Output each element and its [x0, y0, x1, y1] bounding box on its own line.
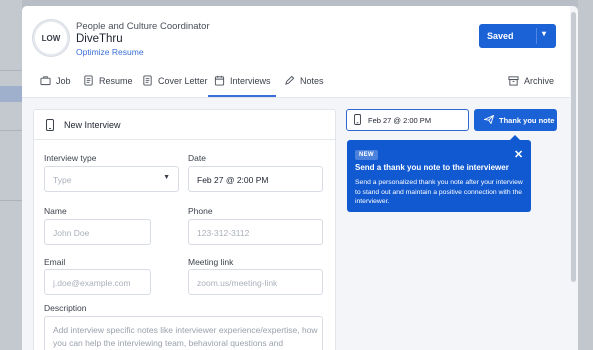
modal-header: LOW People and Culture Coordinator DiveT…	[22, 6, 570, 98]
background-sidebar-selected	[0, 86, 22, 102]
meeting-link-placeholder: zoom.us/meeting-link	[197, 278, 278, 288]
optimize-resume-link[interactable]: Optimize Resume	[76, 47, 144, 57]
tab-label: Interviews	[230, 75, 271, 86]
phone-icon	[46, 119, 54, 131]
job-title: People and Culture Coordinator	[76, 21, 210, 32]
background-right-panel	[578, 0, 593, 350]
interview-date-selector[interactable]: Feb 27 @ 2:00 PM	[346, 109, 469, 131]
meeting-link-input[interactable]: zoom.us/meeting-link	[188, 269, 323, 295]
card-title: New Interview	[64, 120, 121, 130]
email-input[interactable]: j.doe@example.com	[44, 269, 151, 295]
background-divider	[0, 70, 22, 71]
phone-icon	[354, 114, 361, 125]
archive-icon	[508, 76, 519, 86]
tab-label: Archive	[524, 75, 555, 86]
send-icon	[484, 115, 494, 124]
pencil-icon	[285, 75, 295, 85]
thank-you-note-label: Thank you note	[499, 116, 555, 125]
date-label: Date	[188, 153, 206, 163]
new-interview-card: New Interview Interview type Type ▼ Date…	[33, 109, 336, 350]
description-placeholder: Add interview specific notes like interv…	[53, 325, 318, 348]
match-level-avatar: LOW	[33, 20, 69, 56]
status-dropdown-button[interactable]: Saved ▾	[479, 24, 556, 48]
tab-bar: Job Resume Cover Letter Interviews Notes…	[22, 68, 570, 98]
tab-label: Job	[56, 75, 71, 86]
tab-label: Notes	[300, 75, 324, 86]
tooltip-body: Send a personalized thank you note after…	[355, 179, 523, 206]
calendar-icon	[214, 75, 225, 86]
briefcase-icon	[40, 76, 51, 86]
tooltip-title: Send a thank you note to the interviewer	[355, 163, 509, 172]
job-detail-modal: LOW People and Culture Coordinator DiveT…	[22, 6, 578, 350]
select-placeholder: Type	[53, 175, 72, 185]
tab-interviews[interactable]: Interviews	[214, 75, 271, 86]
archive-button[interactable]: Archive	[508, 75, 554, 86]
company-name: DiveThru	[76, 33, 123, 45]
name-label: Name	[44, 206, 67, 216]
date-field[interactable]: Feb 27 @ 2:00 PM	[188, 166, 323, 192]
document-icon	[84, 75, 93, 86]
card-header: New Interview	[34, 110, 335, 140]
thank-you-note-button[interactable]: Thank you note	[474, 109, 557, 131]
tab-label: Cover Letter	[158, 75, 208, 86]
chevron-down-icon: ▾	[542, 29, 547, 38]
tab-resume[interactable]: Resume	[83, 75, 133, 86]
date-value: Feb 27 @ 2:00 PM	[197, 175, 269, 185]
tab-label: Resume	[99, 75, 133, 86]
tab-cover-letter[interactable]: Cover Letter	[142, 75, 208, 86]
background-divider	[0, 200, 22, 201]
document-icon	[143, 75, 152, 86]
status-label: Saved	[487, 31, 514, 41]
interview-type-label: Interview type	[44, 153, 97, 163]
description-label: Description	[44, 303, 87, 313]
background-divider	[0, 130, 22, 131]
phone-label: Phone	[188, 206, 213, 216]
scrollbar[interactable]	[571, 12, 576, 282]
header-divider	[22, 97, 570, 98]
close-icon[interactable]: ✕	[514, 148, 523, 161]
phone-placeholder: 123-312-3112	[197, 228, 250, 238]
tab-job[interactable]: Job	[40, 75, 71, 86]
feature-tooltip: NEW ✕ Send a thank you note to the inter…	[347, 140, 531, 212]
chevron-down-icon: ▼	[163, 174, 170, 181]
phone-input[interactable]: 123-312-3112	[188, 219, 323, 245]
interview-type-select[interactable]: Type ▼	[44, 166, 179, 192]
tab-notes[interactable]: Notes	[284, 75, 324, 86]
new-badge: NEW	[355, 150, 378, 160]
button-divider	[536, 28, 537, 44]
email-placeholder: j.doe@example.com	[53, 278, 131, 288]
email-label: Email	[44, 257, 66, 267]
meeting-link-label: Meeting link	[188, 257, 234, 267]
interview-date-value: Feb 27 @ 2:00 PM	[368, 116, 432, 125]
name-placeholder: John Doe	[53, 228, 90, 238]
name-input[interactable]: John Doe	[44, 219, 151, 245]
description-textarea[interactable]: Add interview specific notes like interv…	[44, 316, 323, 350]
background-sidebar	[0, 0, 22, 350]
